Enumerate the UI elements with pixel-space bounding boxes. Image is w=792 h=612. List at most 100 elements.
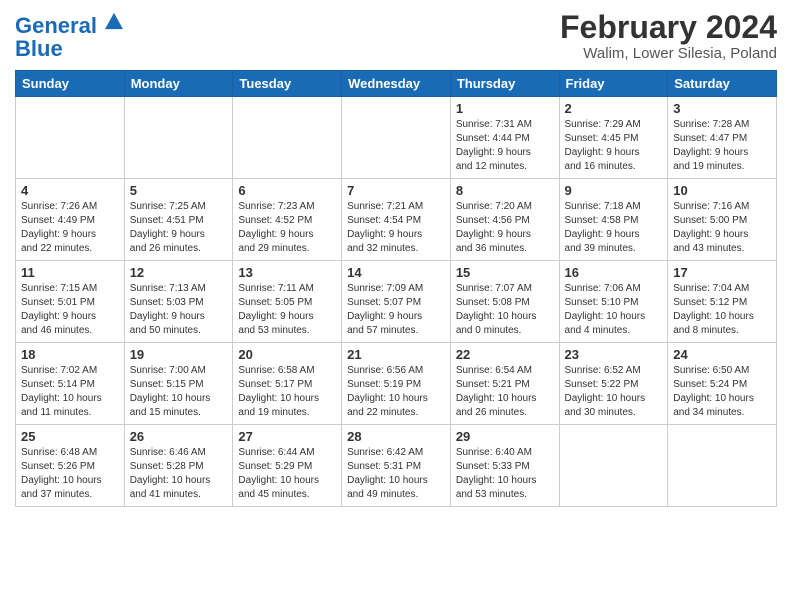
day-number: 13 bbox=[238, 265, 336, 280]
day-number: 21 bbox=[347, 347, 445, 362]
calendar-cell: 21 Sunrise: 6:56 AM Sunset: 5:19 PM Dayli… bbox=[342, 343, 451, 425]
calendar-cell: 12 Sunrise: 7:13 AM Sunset: 5:03 PM Dayli… bbox=[124, 261, 233, 343]
calendar-cell: 24 Sunrise: 6:50 AM Sunset: 5:24 PM Dayli… bbox=[668, 343, 777, 425]
day-info: Sunrise: 7:15 AM Sunset: 5:01 PM Dayligh… bbox=[21, 282, 119, 338]
calendar-cell: 19 Sunrise: 7:00 AM Sunset: 5:15 PM Dayli… bbox=[124, 343, 233, 425]
day-info: Sunrise: 6:50 AM Sunset: 5:24 PM Dayligh… bbox=[673, 364, 771, 420]
day-number: 2 bbox=[565, 101, 663, 116]
calendar-cell: 8 Sunrise: 7:20 AM Sunset: 4:56 PM Daylig… bbox=[450, 179, 559, 261]
calendar-cell: 17Sunrise: 7:04 AM Sunset: 5:12 PM Dayli… bbox=[668, 261, 777, 343]
calendar-cell: 2 Sunrise: 7:29 AM Sunset: 4:45 PM Daylig… bbox=[559, 97, 668, 179]
day-number: 24 bbox=[673, 347, 771, 362]
day-info: Sunrise: 7:04 AM Sunset: 5:12 PM Dayligh… bbox=[673, 282, 771, 338]
header-monday: Monday bbox=[124, 71, 233, 97]
day-info: Sunrise: 7:06 AM Sunset: 5:10 PM Dayligh… bbox=[565, 282, 663, 338]
calendar-table: Sunday Monday Tuesday Wednesday Thursday… bbox=[15, 70, 777, 507]
calendar-week-2: 4 Sunrise: 7:26 AM Sunset: 4:49 PM Daylig… bbox=[16, 179, 777, 261]
day-info: Sunrise: 7:00 AM Sunset: 5:15 PM Dayligh… bbox=[130, 364, 228, 420]
day-info: Sunrise: 7:20 AM Sunset: 4:56 PM Dayligh… bbox=[456, 200, 554, 256]
calendar-cell: 26Sunrise: 6:46 AM Sunset: 5:28 PM Dayli… bbox=[124, 425, 233, 507]
calendar-cell: 13 Sunrise: 7:11 AM Sunset: 5:05 PM Dayli… bbox=[233, 261, 342, 343]
logo-blue: Blue bbox=[15, 36, 123, 62]
day-number: 29 bbox=[456, 429, 554, 444]
calendar-cell bbox=[233, 97, 342, 179]
header: General Blue February 2024 Walim, Lower … bbox=[15, 10, 777, 62]
day-info: Sunrise: 6:48 AM Sunset: 5:26 PM Dayligh… bbox=[21, 446, 119, 502]
calendar-cell: 9 Sunrise: 7:18 AM Sunset: 4:58 PM Daylig… bbox=[559, 179, 668, 261]
calendar-week-3: 11 Sunrise: 7:15 AM Sunset: 5:01 PM Dayli… bbox=[16, 261, 777, 343]
day-info: Sunrise: 7:09 AM Sunset: 5:07 PM Dayligh… bbox=[347, 282, 445, 338]
calendar-cell: 16 Sunrise: 7:06 AM Sunset: 5:10 PM Dayli… bbox=[559, 261, 668, 343]
calendar-cell: 14 Sunrise: 7:09 AM Sunset: 5:07 PM Dayli… bbox=[342, 261, 451, 343]
calendar-week-5: 25 Sunrise: 6:48 AM Sunset: 5:26 PM Dayli… bbox=[16, 425, 777, 507]
day-number: 19 bbox=[130, 347, 228, 362]
calendar-cell: 29 Sunrise: 6:40 AM Sunset: 5:33 PM Dayli… bbox=[450, 425, 559, 507]
day-number: 12 bbox=[130, 265, 228, 280]
header-wednesday: Wednesday bbox=[342, 71, 451, 97]
day-info: Sunrise: 7:23 AM Sunset: 4:52 PM Dayligh… bbox=[238, 200, 336, 256]
day-info: Sunrise: 7:11 AM Sunset: 5:05 PM Dayligh… bbox=[238, 282, 336, 338]
day-info: Sunrise: 6:40 AM Sunset: 5:33 PM Dayligh… bbox=[456, 446, 554, 502]
calendar-cell: 20Sunrise: 6:58 AM Sunset: 5:17 PM Dayli… bbox=[233, 343, 342, 425]
calendar-cell: 28 Sunrise: 6:42 AM Sunset: 5:31 PM Dayli… bbox=[342, 425, 451, 507]
day-info: Sunrise: 7:29 AM Sunset: 4:45 PM Dayligh… bbox=[565, 118, 663, 174]
day-number: 16 bbox=[565, 265, 663, 280]
page-container: General Blue February 2024 Walim, Lower … bbox=[0, 0, 792, 512]
header-tuesday: Tuesday bbox=[233, 71, 342, 97]
logo: General Blue bbox=[15, 14, 123, 62]
day-number: 5 bbox=[130, 183, 228, 198]
calendar-cell: 7Sunrise: 7:21 AM Sunset: 4:54 PM Daylig… bbox=[342, 179, 451, 261]
day-number: 10 bbox=[673, 183, 771, 198]
calendar-cell bbox=[16, 97, 125, 179]
day-info: Sunrise: 7:31 AM Sunset: 4:44 PM Dayligh… bbox=[456, 118, 554, 174]
day-number: 27 bbox=[238, 429, 336, 444]
day-number: 14 bbox=[347, 265, 445, 280]
day-number: 9 bbox=[565, 183, 663, 198]
day-number: 6 bbox=[238, 183, 336, 198]
day-info: Sunrise: 7:02 AM Sunset: 5:14 PM Dayligh… bbox=[21, 364, 119, 420]
header-sunday: Sunday bbox=[16, 71, 125, 97]
day-number: 15 bbox=[456, 265, 554, 280]
weekday-header-row: Sunday Monday Tuesday Wednesday Thursday… bbox=[16, 71, 777, 97]
day-info: Sunrise: 7:13 AM Sunset: 5:03 PM Dayligh… bbox=[130, 282, 228, 338]
calendar-week-4: 18 Sunrise: 7:02 AM Sunset: 5:14 PM Dayli… bbox=[16, 343, 777, 425]
day-number: 8 bbox=[456, 183, 554, 198]
day-number: 20 bbox=[238, 347, 336, 362]
calendar-week-1: 1Sunrise: 7:31 AM Sunset: 4:44 PM Daylig… bbox=[16, 97, 777, 179]
calendar-cell bbox=[668, 425, 777, 507]
logo-text: General bbox=[15, 14, 123, 38]
day-info: Sunrise: 6:56 AM Sunset: 5:19 PM Dayligh… bbox=[347, 364, 445, 420]
calendar-cell bbox=[124, 97, 233, 179]
day-info: Sunrise: 6:46 AM Sunset: 5:28 PM Dayligh… bbox=[130, 446, 228, 502]
logo-icon bbox=[105, 12, 123, 30]
header-thursday: Thursday bbox=[450, 71, 559, 97]
day-number: 28 bbox=[347, 429, 445, 444]
calendar-cell: 23 Sunrise: 6:52 AM Sunset: 5:22 PM Dayli… bbox=[559, 343, 668, 425]
calendar-cell: 3 Sunrise: 7:28 AM Sunset: 4:47 PM Daylig… bbox=[668, 97, 777, 179]
calendar-cell: 18 Sunrise: 7:02 AM Sunset: 5:14 PM Dayli… bbox=[16, 343, 125, 425]
calendar-cell: 6 Sunrise: 7:23 AM Sunset: 4:52 PM Daylig… bbox=[233, 179, 342, 261]
calendar-cell: 5 Sunrise: 7:25 AM Sunset: 4:51 PM Daylig… bbox=[124, 179, 233, 261]
day-info: Sunrise: 6:52 AM Sunset: 5:22 PM Dayligh… bbox=[565, 364, 663, 420]
day-number: 11 bbox=[21, 265, 119, 280]
day-info: Sunrise: 7:21 AM Sunset: 4:54 PM Dayligh… bbox=[347, 200, 445, 256]
day-info: Sunrise: 6:42 AM Sunset: 5:31 PM Dayligh… bbox=[347, 446, 445, 502]
location: Walim, Lower Silesia, Poland bbox=[560, 45, 777, 62]
day-info: Sunrise: 7:18 AM Sunset: 4:58 PM Dayligh… bbox=[565, 200, 663, 256]
day-number: 25 bbox=[21, 429, 119, 444]
day-info: Sunrise: 7:26 AM Sunset: 4:49 PM Dayligh… bbox=[21, 200, 119, 256]
day-info: Sunrise: 7:07 AM Sunset: 5:08 PM Dayligh… bbox=[456, 282, 554, 338]
calendar-cell: 22Sunrise: 6:54 AM Sunset: 5:21 PM Dayli… bbox=[450, 343, 559, 425]
day-info: Sunrise: 6:54 AM Sunset: 5:21 PM Dayligh… bbox=[456, 364, 554, 420]
day-info: Sunrise: 7:25 AM Sunset: 4:51 PM Dayligh… bbox=[130, 200, 228, 256]
day-info: Sunrise: 7:28 AM Sunset: 4:47 PM Dayligh… bbox=[673, 118, 771, 174]
day-number: 23 bbox=[565, 347, 663, 362]
header-friday: Friday bbox=[559, 71, 668, 97]
calendar-cell: 10Sunrise: 7:16 AM Sunset: 5:00 PM Dayli… bbox=[668, 179, 777, 261]
calendar-cell: 15 Sunrise: 7:07 AM Sunset: 5:08 PM Dayli… bbox=[450, 261, 559, 343]
calendar-cell: 11 Sunrise: 7:15 AM Sunset: 5:01 PM Dayli… bbox=[16, 261, 125, 343]
day-number: 18 bbox=[21, 347, 119, 362]
day-number: 3 bbox=[673, 101, 771, 116]
calendar-cell: 4 Sunrise: 7:26 AM Sunset: 4:49 PM Daylig… bbox=[16, 179, 125, 261]
day-number: 4 bbox=[21, 183, 119, 198]
